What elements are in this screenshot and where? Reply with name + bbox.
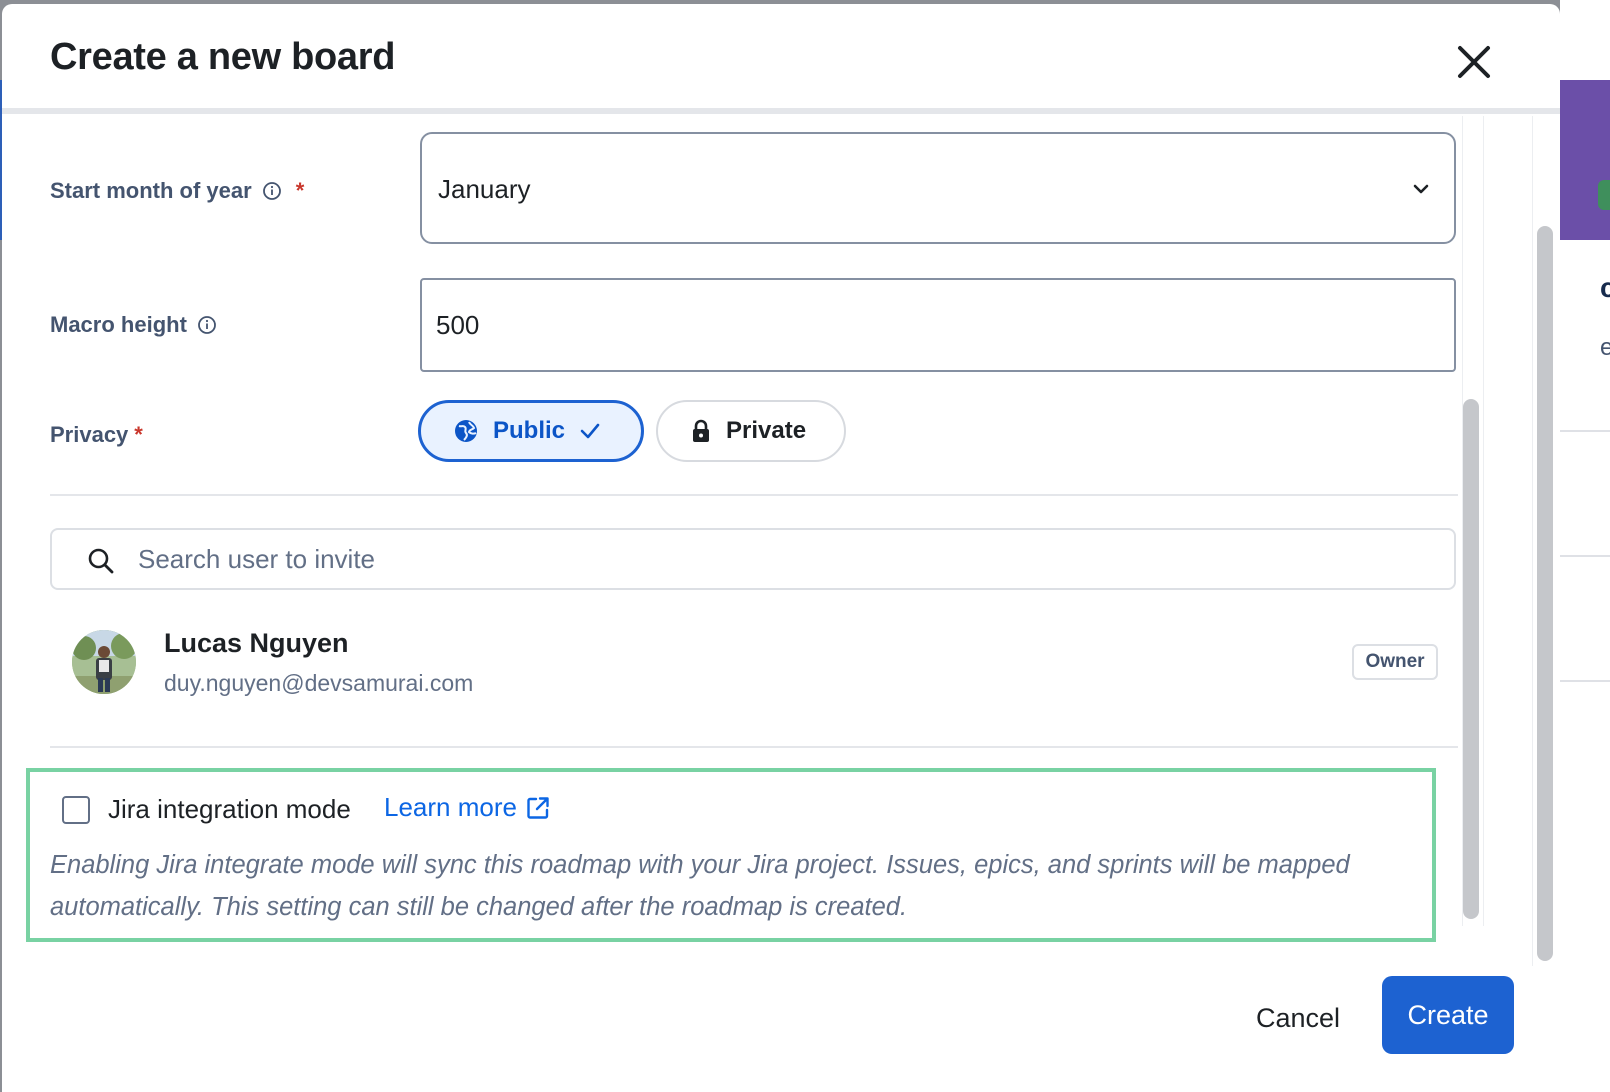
role-badge: Owner	[1352, 644, 1438, 680]
required-mark: *	[134, 422, 143, 447]
start-month-label-text: Start month of year	[50, 178, 252, 203]
background-text-fragment: c	[1600, 272, 1610, 303]
close-button[interactable]	[1450, 38, 1498, 86]
create-button[interactable]: Create	[1382, 976, 1514, 1054]
chevron-down-icon	[1413, 184, 1429, 194]
privacy-public-label: Public	[493, 417, 566, 444]
jira-integration-checkbox[interactable]	[62, 796, 90, 824]
invite-search-input[interactable]	[138, 540, 1438, 578]
macro-height-input[interactable]	[420, 278, 1456, 372]
background-app: c e	[1560, 0, 1610, 1092]
start-month-select[interactable]: January	[420, 132, 1456, 244]
macro-height-label-text: Macro height	[50, 312, 187, 337]
background-fragment	[1598, 180, 1610, 210]
start-month-value: January	[438, 174, 531, 204]
dialog-title: Create a new board	[50, 36, 396, 78]
jira-integration-label: Jira integration mode	[108, 794, 351, 824]
privacy-private-option[interactable]: Private	[656, 400, 846, 462]
dialog-header: Create a new board	[2, 4, 1560, 114]
section-divider	[50, 746, 1458, 748]
lock-icon	[693, 419, 709, 442]
start-month-label: Start month of year *	[50, 178, 304, 204]
background-divider	[1560, 555, 1610, 557]
privacy-private-label: Private	[726, 417, 807, 444]
external-link-icon	[527, 796, 549, 819]
avatar	[72, 630, 136, 694]
background-divider	[1560, 430, 1610, 432]
checkmark-icon	[580, 423, 600, 439]
privacy-public-option[interactable]: Public	[418, 400, 644, 462]
cancel-button[interactable]: Cancel	[1228, 980, 1368, 1056]
member-email: duy.nguyen@devsamurai.com	[164, 670, 474, 696]
content-scrollbar[interactable]	[1463, 399, 1479, 919]
dialog-scrollbar[interactable]	[1537, 226, 1553, 961]
learn-more-text: Learn more	[384, 792, 517, 822]
jira-integration-section: Jira integration mode Learn more Enablin…	[26, 768, 1436, 942]
background-banner	[1560, 80, 1610, 240]
info-icon[interactable]	[197, 315, 217, 335]
section-divider	[50, 494, 1458, 496]
close-icon	[1458, 46, 1490, 78]
user-photo	[72, 630, 136, 694]
info-icon[interactable]	[262, 181, 282, 201]
invite-search-box[interactable]	[50, 528, 1456, 590]
macro-height-label: Macro height	[50, 312, 217, 338]
jira-integration-description: Enabling Jira integrate mode will sync t…	[50, 851, 1350, 921]
member-name: Lucas Nguyen	[164, 628, 349, 658]
privacy-label-text: Privacy	[50, 422, 129, 447]
search-icon	[88, 548, 114, 574]
globe-icon	[455, 420, 477, 442]
background-divider	[1560, 680, 1610, 682]
privacy-label: Privacy *	[50, 422, 143, 448]
learn-more-link[interactable]: Learn more	[384, 792, 551, 823]
background-text-fragment: e	[1600, 334, 1610, 361]
required-mark: *	[295, 178, 305, 203]
create-board-dialog: Create a new board Start month of year *…	[2, 4, 1560, 1092]
